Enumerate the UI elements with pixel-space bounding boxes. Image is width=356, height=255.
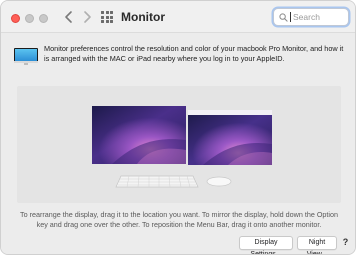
monitor-preferences-pane: Monitor preferences control the resoluti…	[1, 34, 355, 254]
search-icon	[279, 13, 288, 22]
search-placeholder: Search	[293, 12, 320, 22]
night-view-button[interactable]: Night View...	[297, 236, 337, 254]
display-settings-button[interactable]: Display Settings...	[239, 236, 293, 254]
menu-bar-indicator[interactable]	[188, 110, 272, 115]
window-title: Monitor	[121, 10, 165, 24]
instructions-text: To rearrange the display, drag it to the…	[19, 210, 339, 229]
search-input[interactable]: Search	[273, 8, 349, 26]
chevron-right-icon[interactable]	[79, 9, 95, 25]
grid-icon[interactable]	[101, 11, 113, 23]
minimize-window-button[interactable]	[25, 14, 34, 23]
text-cursor	[290, 12, 291, 22]
title-bar: Monitor Search	[1, 1, 355, 33]
info-row: Monitor preferences control the resoluti…	[13, 44, 347, 68]
display-1[interactable]	[92, 106, 186, 164]
display-2[interactable]	[188, 110, 272, 165]
display-arrangement-area[interactable]	[17, 86, 341, 203]
system-preferences-window: Monitor Search Monitor preferences contr…	[0, 0, 356, 255]
help-button[interactable]: ?	[340, 235, 351, 249]
mouse-icon	[206, 176, 232, 187]
chevron-left-icon[interactable]	[61, 9, 77, 25]
close-window-button[interactable]	[11, 14, 20, 23]
keyboard-icon	[115, 175, 199, 188]
description-text: Monitor preferences control the resoluti…	[44, 44, 344, 63]
maximize-window-button[interactable]	[39, 14, 48, 23]
monitor-icon	[14, 48, 38, 65]
